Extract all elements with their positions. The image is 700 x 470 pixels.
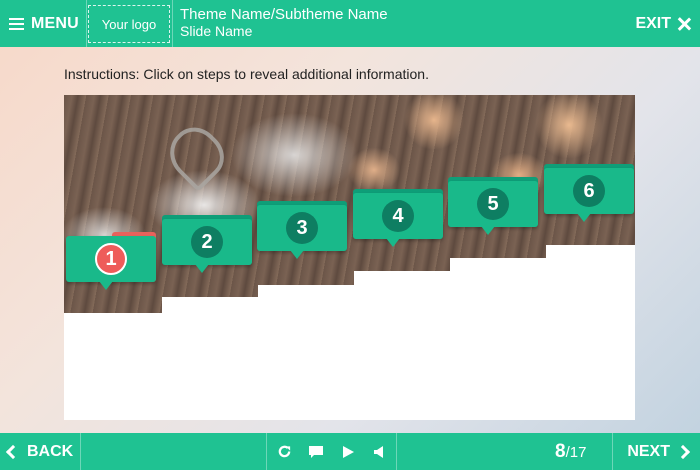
step-bubble-tail	[290, 250, 304, 259]
chevron-left-icon	[5, 444, 21, 459]
reload-icon	[278, 445, 290, 458]
step-number: 2	[191, 226, 223, 258]
step-marker-2[interactable]: 2	[162, 215, 252, 279]
hamburger-icon	[9, 17, 24, 30]
instructions-text: Instructions: Click on steps to reveal a…	[64, 66, 429, 82]
menu-button[interactable]: MENU	[0, 0, 86, 47]
step-number: 1	[95, 243, 127, 275]
play-icon	[342, 445, 354, 458]
back-button[interactable]: BACK	[5, 433, 74, 470]
theme-title: Theme Name/Subtheme Name	[180, 6, 388, 23]
logo-placeholder: Your logo	[88, 5, 170, 43]
step-marker-4[interactable]: 4	[353, 189, 443, 253]
footer-divider	[396, 433, 397, 470]
volume-icon	[374, 445, 383, 458]
footer-divider	[266, 433, 267, 470]
step-bubble-tail	[195, 264, 209, 273]
total-pages: /17	[565, 444, 587, 461]
exit-label: EXIT	[635, 14, 671, 32]
next-button[interactable]: NEXT	[627, 433, 691, 470]
comment-button[interactable]	[300, 433, 332, 470]
content-panel: 1 2 3 4 5 6	[64, 95, 635, 420]
current-page: 8	[555, 441, 566, 462]
step-marker-5[interactable]: 5	[448, 177, 538, 241]
play-button[interactable]	[332, 433, 364, 470]
page-counter: 8 /17	[555, 433, 586, 470]
step-marker-3[interactable]: 3	[257, 201, 347, 265]
stair-mask	[546, 245, 635, 258]
panel-blank-area	[64, 313, 635, 420]
step-marker-6[interactable]: 6	[544, 164, 634, 228]
header-divider	[86, 0, 87, 47]
heart-cutter-graphic	[159, 117, 234, 193]
step-marker-1[interactable]: 1	[66, 232, 156, 296]
chevron-right-icon	[675, 444, 691, 459]
top-bar: MENU Your logo Theme Name/Subtheme Name …	[0, 0, 700, 47]
step-number: 4	[382, 200, 414, 232]
comment-icon	[309, 445, 323, 458]
footer-divider	[80, 433, 81, 470]
step-bubble-tail	[577, 213, 591, 222]
footer-divider	[612, 433, 613, 470]
next-label: NEXT	[627, 442, 670, 460]
title-block: Theme Name/Subtheme Name Slide Name	[180, 6, 388, 40]
reload-button[interactable]	[268, 433, 300, 470]
back-label: BACK	[27, 442, 74, 460]
stair-mask	[258, 285, 635, 297]
exit-button[interactable]: EXIT	[635, 0, 691, 47]
step-bubble-tail	[481, 226, 495, 235]
header-divider	[172, 0, 173, 47]
step-number: 3	[286, 212, 318, 244]
stair-mask	[450, 258, 635, 271]
step-number: 6	[573, 175, 605, 207]
close-icon	[677, 17, 691, 31]
media-controls	[268, 433, 396, 470]
step-number: 5	[477, 188, 509, 220]
slide-name: Slide Name	[180, 23, 253, 39]
stair-mask	[162, 297, 635, 313]
step-bubble-tail	[99, 281, 113, 290]
volume-button[interactable]	[364, 433, 396, 470]
step-bubble-tail	[386, 238, 400, 247]
stair-mask	[354, 271, 635, 285]
menu-label: MENU	[31, 14, 79, 32]
bottom-bar: BACK 8 /17 NEXT	[0, 433, 700, 470]
